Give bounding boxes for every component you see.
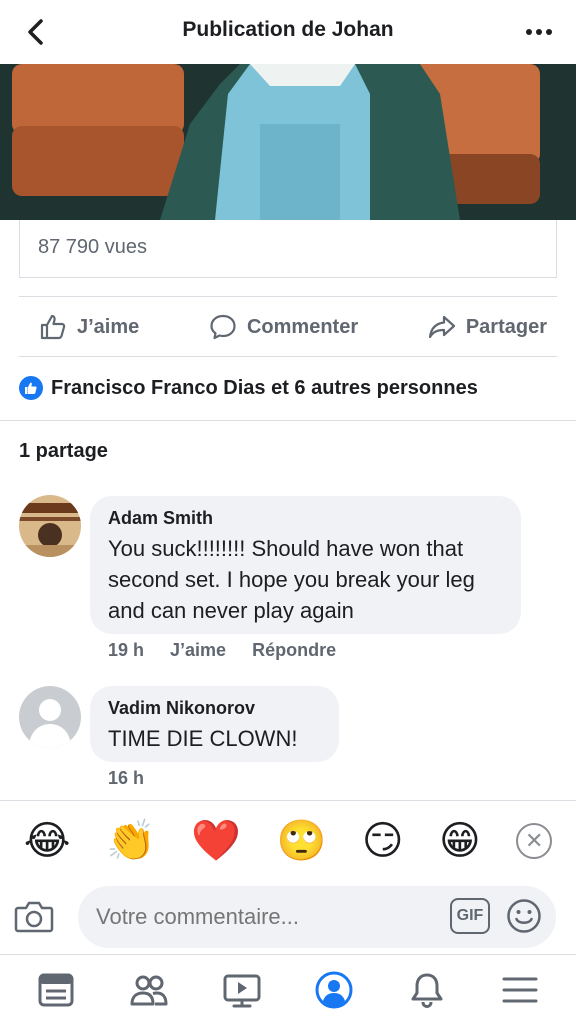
avatar[interactable] [19, 686, 81, 748]
watch-video-icon [223, 974, 261, 1007]
reactions-text: Francisco Franco Dias et 6 autres person… [51, 376, 478, 399]
avatar[interactable] [19, 495, 81, 557]
views-card: 87 790 vues [19, 220, 557, 278]
comment-author[interactable]: Vadim Nikonorov [108, 698, 321, 719]
comment-button[interactable]: Commenter [209, 313, 358, 341]
post-actions: J’aime Commenter Partager [19, 298, 557, 356]
smiley-icon[interactable] [506, 898, 542, 934]
top-bar: Publication de Johan [0, 0, 576, 64]
comment-meta: 16 h [108, 768, 144, 789]
share-arrow-icon [428, 315, 455, 339]
comment-like-link[interactable]: J’aime [170, 640, 226, 661]
bell-icon [411, 973, 443, 1008]
comment-time[interactable]: 16 h [108, 768, 144, 789]
laughing-crying-emoji-icon[interactable]: 😂 [24, 821, 71, 861]
comment-icon [210, 314, 236, 340]
smirk-emoji-icon[interactable]: 😏 [362, 821, 404, 861]
like-button[interactable]: J’aime [39, 313, 139, 341]
tab-watch[interactable] [220, 968, 264, 1012]
red-heart-emoji-icon[interactable]: ❤️ [191, 821, 241, 861]
comment-time[interactable]: 19 h [108, 640, 144, 661]
news-feed-icon [38, 973, 74, 1006]
divider [19, 356, 557, 357]
comment-text: TIME DIE CLOWN! [108, 726, 298, 751]
tab-notifications[interactable] [405, 968, 449, 1012]
like-label: J’aime [77, 315, 140, 338]
thumbs-up-icon [40, 314, 66, 340]
eye-roll-emoji-icon[interactable]: 🙄 [277, 821, 327, 861]
comment-bubble: Vadim Nikonorov TIME DIE CLOWN! [90, 686, 339, 762]
hamburger-menu-icon [502, 977, 538, 1002]
view-count: 87 790 vues [38, 236, 147, 258]
video-player[interactable] [0, 64, 576, 220]
tab-menu[interactable] [498, 968, 542, 1012]
more-horizontal-icon[interactable] [524, 22, 554, 42]
divider [0, 420, 576, 421]
friends-icon [130, 975, 168, 1005]
page-title: Publication de Johan [182, 18, 394, 41]
emoji-quick-bar: 😂 👏 ❤️ 🙄 😏 😁 ✕ [0, 800, 576, 880]
default-avatar-icon [19, 686, 81, 748]
share-label: Partager [465, 315, 547, 338]
tab-profile[interactable] [312, 968, 356, 1012]
comment-bubble: Adam Smith You suck!!!!!!!! Should have … [90, 496, 521, 634]
shares-count[interactable]: 1 partage [19, 440, 108, 463]
comment-text: You suck!!!!!!!! Should have won that se… [108, 536, 475, 623]
close-icon[interactable]: ✕ [516, 822, 553, 859]
grinning-emoji-icon[interactable]: 😁 [439, 821, 481, 861]
comment-reply-link[interactable]: Répondre [252, 640, 336, 661]
clapping-emoji-icon[interactable]: 👏 [106, 821, 156, 861]
share-button[interactable]: Partager [428, 313, 547, 341]
profile-icon [315, 971, 353, 1008]
comment-meta: 19 h J’aime Répondre [108, 640, 336, 661]
camera-icon[interactable] [14, 898, 54, 934]
comment-label: Commenter [246, 315, 359, 338]
bottom-tab-bar [0, 954, 576, 1024]
like-badge-icon [19, 376, 43, 400]
tab-news-feed[interactable] [34, 968, 78, 1012]
comment-author[interactable]: Adam Smith [108, 508, 503, 529]
reactions-summary[interactable]: Francisco Franco Dias et 6 autres person… [19, 376, 478, 400]
avatar-image [19, 495, 81, 557]
gif-icon[interactable]: GIF [450, 898, 490, 934]
comment-composer: GIF [0, 880, 576, 954]
tab-friends[interactable] [127, 968, 171, 1012]
video-frame-image [0, 64, 576, 220]
divider [19, 296, 557, 297]
